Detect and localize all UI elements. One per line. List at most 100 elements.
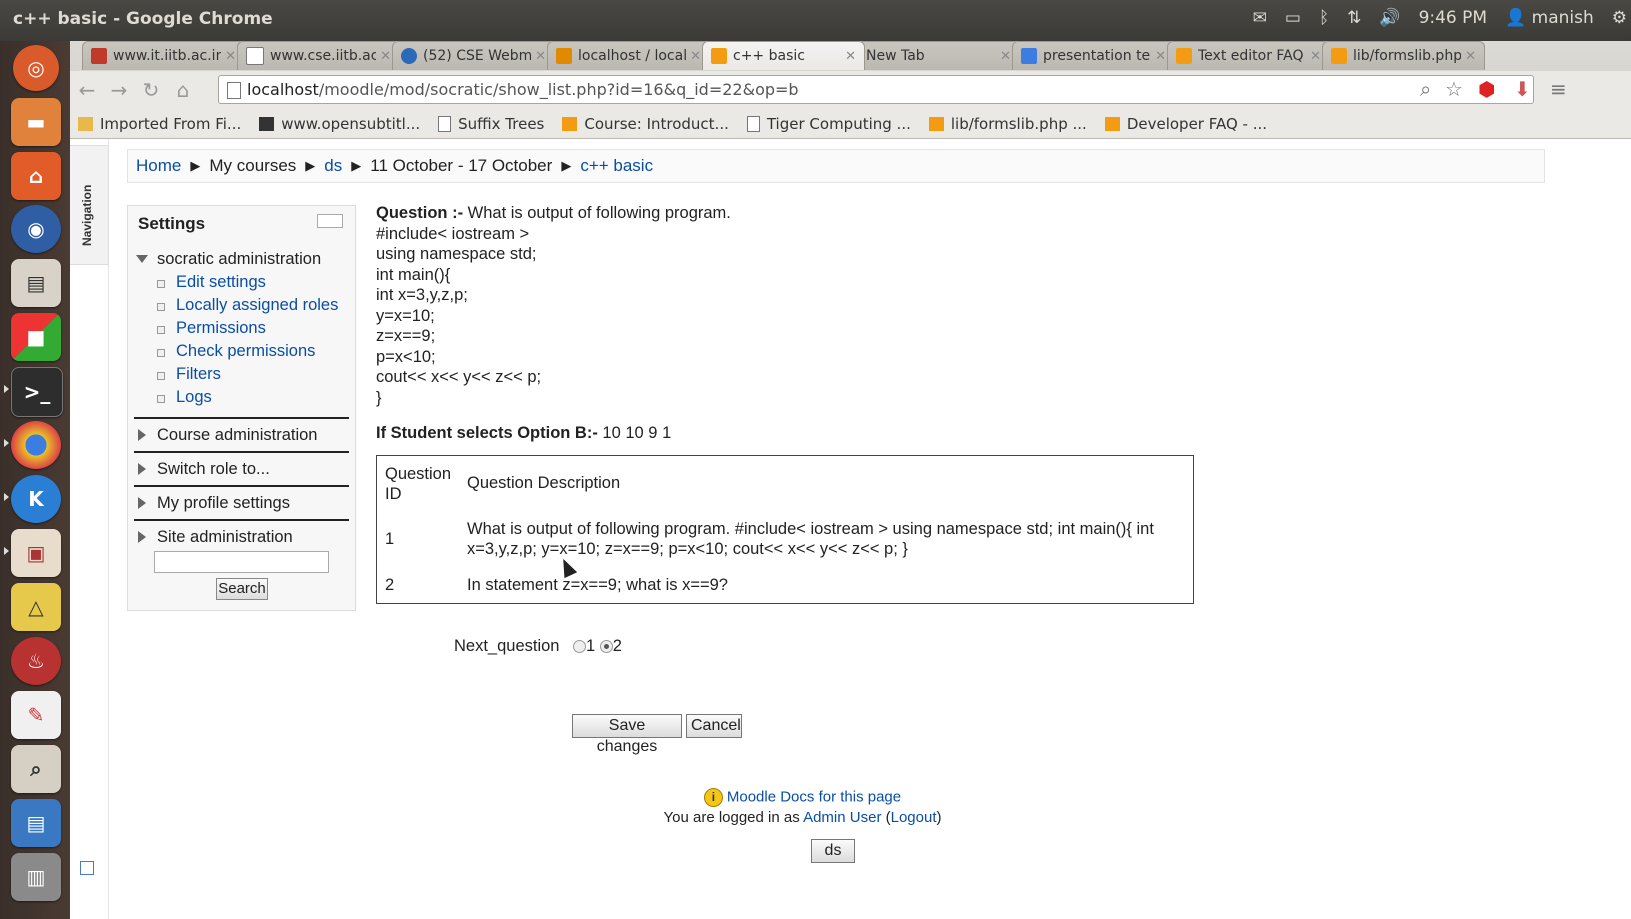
scribes-icon[interactable]: ♨ [11, 637, 61, 685]
search-button[interactable]: Search [216, 578, 268, 600]
block-dock-icon[interactable] [317, 214, 343, 228]
address-bar[interactable]: localhost/moodle/mod/socratic/show_list.… [218, 75, 1534, 104]
close-icon[interactable]: ✕ [845, 49, 856, 64]
gear-icon[interactable]: ⚙ [1612, 8, 1627, 28]
dash-home-icon[interactable]: ◎ [13, 45, 59, 91]
clock[interactable]: 9:46 PM [1419, 8, 1488, 28]
bookmark-tiger[interactable]: Tiger Computing ... [746, 115, 911, 133]
bookmark-imported[interactable]: Imported From Fi... [78, 115, 241, 133]
chrome-icon[interactable] [11, 421, 61, 469]
software-center-icon[interactable]: ⌂ [11, 152, 61, 200]
dock-toggle-icon[interactable] [80, 861, 94, 875]
tab-cpp-basic[interactable]: c++ basic ✕ [702, 41, 865, 70]
navigation-dock-tab[interactable]: Navigation [70, 145, 109, 265]
back-icon[interactable]: ← [74, 77, 100, 103]
tab-cseiitb[interactable]: www.cse.iitb.ac ✕ [237, 41, 400, 70]
breadcrumb-separator: ▶ [305, 158, 316, 173]
tab-itiitb[interactable]: www.it.iitb.ac.in ✕ [82, 41, 245, 70]
apps-icon[interactable]: ■ [11, 313, 61, 361]
tab-presentation[interactable]: presentation te ✕ [1012, 41, 1175, 70]
settings-item-edit-settings[interactable]: Edit settings [134, 271, 349, 294]
menu-icon[interactable]: ≡ [1550, 77, 1567, 101]
breadcrumb-current[interactable]: c++ basic [580, 156, 653, 176]
breadcrumb-ds[interactable]: ds [324, 156, 342, 176]
extension-icon[interactable]: ⬇ [1514, 77, 1531, 101]
close-icon[interactable]: ✕ [225, 49, 236, 64]
page-content: Navigation Home ▶ My courses ▶ ds ▶ 11 O… [70, 139, 1631, 919]
bookmark-formslib[interactable]: lib/formslib.php ... [928, 115, 1087, 133]
settings-item-filters[interactable]: Filters [134, 363, 349, 386]
site-administration-node[interactable]: Site administration [134, 519, 349, 553]
socratic-admin-node[interactable]: socratic administration [134, 248, 349, 271]
files-icon[interactable]: ▬ [11, 98, 61, 146]
moodle-docs-link[interactable]: Moodle Docs for this page [727, 788, 901, 805]
close-icon[interactable]: ✕ [535, 49, 546, 64]
draw-icon[interactable]: △ [11, 583, 61, 631]
bookmark-suffix-trees[interactable]: Suffix Trees [438, 115, 544, 133]
settings-item-check-permissions[interactable]: Check permissions [134, 340, 349, 363]
close-icon[interactable]: ✕ [1000, 49, 1011, 64]
breadcrumb-week[interactable]: 11 October - 17 October [370, 156, 552, 176]
mail-icon[interactable]: ✉ [1253, 8, 1267, 28]
forward-icon[interactable]: → [106, 77, 132, 103]
home-icon[interactable]: ⌂ [170, 77, 196, 103]
footer-docs: i Moodle Docs for this page [22, 788, 1583, 807]
page-icon [438, 115, 452, 132]
logout-link[interactable]: Logout [891, 809, 937, 826]
bookmark-course[interactable]: Course: Introduct... [562, 115, 729, 133]
user-menu[interactable]: 👤 manish [1505, 8, 1594, 28]
terminal-icon[interactable]: >_ [11, 367, 63, 417]
window-title-bar: c++ basic - Google Chrome ✉ ▭ ᛒ ⇅ 🔊 9:46… [0, 0, 1631, 41]
next-question-options: 1 2 [573, 637, 622, 656]
network-icon[interactable]: ⇅ [1347, 8, 1361, 28]
reader-icon[interactable]: ▤ [11, 259, 61, 307]
tab-cse-webmail[interactable]: (52) CSE Webma ✕ [392, 41, 555, 70]
radio-option-1[interactable] [573, 640, 586, 654]
tab-formslib[interactable]: lib/formslib.php ✕ [1322, 41, 1485, 70]
course-home-button[interactable]: ds [811, 839, 855, 863]
settings-item-logs[interactable]: Logs [134, 386, 349, 409]
radio-option-2[interactable] [599, 640, 613, 654]
zoom-icon[interactable]: ⌕ [1420, 77, 1431, 101]
close-icon[interactable]: ✕ [1310, 49, 1321, 64]
cancel-button[interactable]: Cancel [686, 714, 742, 738]
tab-new-tab[interactable]: New Tab ✕ [857, 41, 1020, 70]
close-icon[interactable]: ✕ [380, 49, 391, 64]
battery-icon[interactable]: ▭ [1285, 8, 1301, 28]
page-icon [746, 115, 760, 132]
my-profile-settings-node[interactable]: My profile settings [134, 485, 349, 519]
firefox-icon[interactable]: ◉ [11, 205, 61, 253]
volume-icon[interactable]: 🔊 [1379, 8, 1400, 28]
tab-localhost[interactable]: localhost / locall ✕ [547, 41, 710, 70]
page-icon [227, 82, 241, 99]
user-link[interactable]: Admin User [803, 809, 881, 826]
moodle-icon [1176, 48, 1192, 64]
text-editor-icon[interactable]: ✎ [11, 691, 61, 739]
breadcrumb: Home ▶ My courses ▶ ds ▶ 11 October - 17… [127, 149, 1545, 183]
star-icon[interactable]: ☆ [1445, 77, 1463, 101]
close-icon[interactable]: ✕ [1155, 49, 1166, 64]
save-changes-button[interactable]: Save changes [572, 714, 682, 755]
tab-strip: www.it.iitb.ac.in ✕ www.cse.iitb.ac ✕ (52)… [82, 41, 1485, 71]
settings-item-permissions[interactable]: Permissions [134, 317, 349, 340]
close-icon[interactable]: ✕ [690, 49, 701, 64]
reload-icon[interactable]: ↻ [138, 77, 164, 103]
trash-icon[interactable]: ▥ [11, 853, 61, 901]
screenshot-icon[interactable]: ⌕ [11, 745, 61, 793]
tab-text-editor-faq[interactable]: Text editor FAQ ✕ [1167, 41, 1330, 70]
bookmark-opensubtitles[interactable]: www.opensubtitl... [259, 115, 420, 133]
table-row-1-description: What is output of following program. #in… [467, 520, 1154, 538]
breadcrumb-home[interactable]: Home [136, 156, 181, 176]
adblock-icon[interactable]: ⬢ [1478, 77, 1495, 101]
breadcrumb-mycourses[interactable]: My courses [209, 156, 296, 176]
bluetooth-icon[interactable]: ᛒ [1319, 8, 1329, 28]
kde-icon[interactable]: K [11, 475, 61, 523]
switch-role-node[interactable]: Switch role to... [134, 451, 349, 485]
course-administration-node[interactable]: Course administration [134, 417, 349, 451]
presentation-icon[interactable]: ▣ [11, 529, 61, 577]
user-icon: 👤 [1505, 8, 1527, 28]
close-icon[interactable]: ✕ [1465, 49, 1476, 64]
settings-item-locally-assigned-roles[interactable]: Locally assigned roles [134, 294, 349, 317]
bookmark-developer-faq[interactable]: Developer FAQ - ... [1104, 115, 1267, 133]
settings-search-input[interactable] [154, 551, 329, 573]
